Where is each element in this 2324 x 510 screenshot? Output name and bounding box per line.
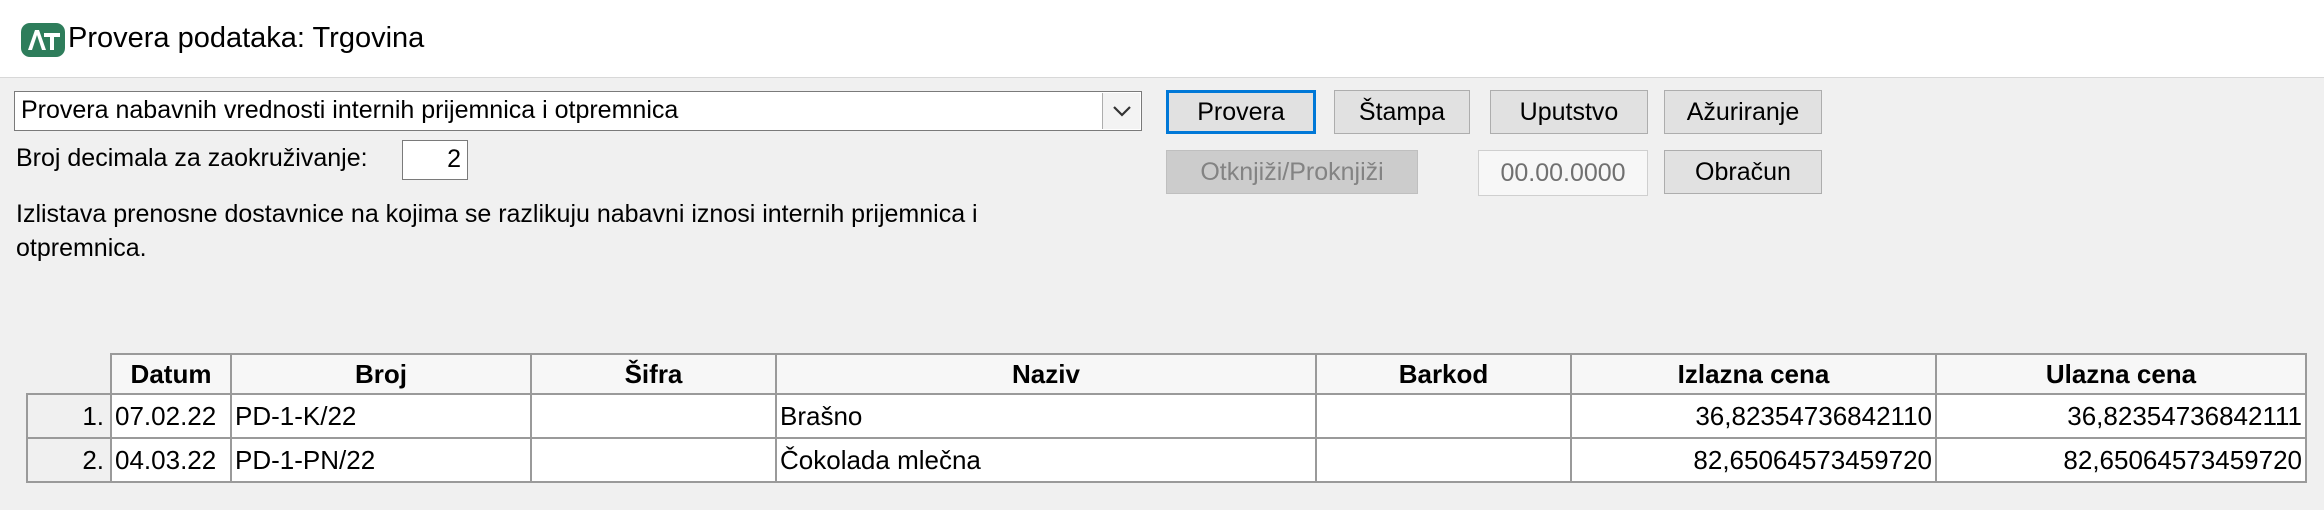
column-header-naziv[interactable]: Naziv	[775, 353, 1317, 395]
stampa-button[interactable]: Štampa	[1334, 90, 1470, 134]
row-header-corner	[27, 354, 111, 394]
column-header-izlazna-cena[interactable]: Izlazna cena	[1570, 353, 1937, 395]
obracun-button[interactable]: Obračun	[1664, 150, 1822, 194]
app-logo-icon	[21, 23, 65, 57]
window-title: Provera podataka: Trgovina	[68, 22, 425, 54]
cell-naziv[interactable]: Brašno	[775, 393, 1317, 439]
cell-naziv[interactable]: Čokolada mlečna	[775, 437, 1317, 483]
cell-barkod[interactable]	[1315, 437, 1572, 483]
column-header-barkod[interactable]: Barkod	[1315, 353, 1572, 395]
row-number[interactable]: 1.	[26, 393, 112, 439]
chevron-down-icon	[1113, 106, 1131, 117]
column-header-sifra[interactable]: Šifra	[530, 353, 777, 395]
cell-broj[interactable]: PD-1-K/22	[230, 393, 532, 439]
title-bar: Provera podataka: Trgovina	[0, 0, 2324, 78]
cell-datum[interactable]: 04.03.22	[110, 437, 232, 483]
column-header-broj[interactable]: Broj	[230, 353, 532, 395]
cell-sifra[interactable]	[530, 437, 777, 483]
decimals-input[interactable]: 2	[402, 140, 468, 180]
table-row[interactable]: 2. 04.03.22 PD-1-PN/22 Čokolada mlečna 8…	[26, 437, 2307, 483]
decimals-label: Broj decimala za zaokruživanje:	[16, 144, 368, 172]
dropdown-arrow-button[interactable]	[1102, 93, 1140, 129]
results-grid-area: Datum Broj Šifra Naziv Barkod Izlazna ce…	[12, 335, 2312, 510]
row-number[interactable]: 2.	[26, 437, 112, 483]
check-description: Izlistava prenosne dostavnice na kojima …	[16, 200, 978, 262]
column-header-ulazna-cena[interactable]: Ulazna cena	[1935, 353, 2307, 395]
cell-datum[interactable]: 07.02.22	[110, 393, 232, 439]
cell-izlazna-cena[interactable]: 82,65064573459720	[1570, 437, 1937, 483]
column-header-datum[interactable]: Datum	[110, 353, 232, 395]
check-type-value: Provera nabavnih vrednosti internih prij…	[21, 96, 679, 124]
table-header-row: Datum Broj Šifra Naziv Barkod Izlazna ce…	[27, 353, 2307, 395]
date-input[interactable]: 00.00.0000	[1478, 150, 1648, 196]
cell-ulazna-cena[interactable]: 36,82354736842111	[1935, 393, 2307, 439]
azuriranje-button[interactable]: Ažuriranje	[1664, 90, 1822, 134]
cell-sifra[interactable]	[530, 393, 777, 439]
cell-izlazna-cena[interactable]: 36,82354736842110	[1570, 393, 1937, 439]
results-table: Datum Broj Šifra Naziv Barkod Izlazna ce…	[26, 353, 2307, 483]
check-type-dropdown[interactable]: Provera nabavnih vrednosti internih prij…	[14, 91, 1142, 131]
table-row[interactable]: 1. 07.02.22 PD-1-K/22 Brašno 36,82354736…	[26, 393, 2307, 439]
cell-barkod[interactable]	[1315, 393, 1572, 439]
otknjizi-proknjizi-button[interactable]: Otknjiži/Proknjiži	[1166, 150, 1418, 194]
uputstvo-button[interactable]: Uputstvo	[1490, 90, 1648, 134]
cell-ulazna-cena[interactable]: 82,65064573459720	[1935, 437, 2307, 483]
cell-broj[interactable]: PD-1-PN/22	[230, 437, 532, 483]
provera-button[interactable]: Provera	[1166, 90, 1316, 134]
